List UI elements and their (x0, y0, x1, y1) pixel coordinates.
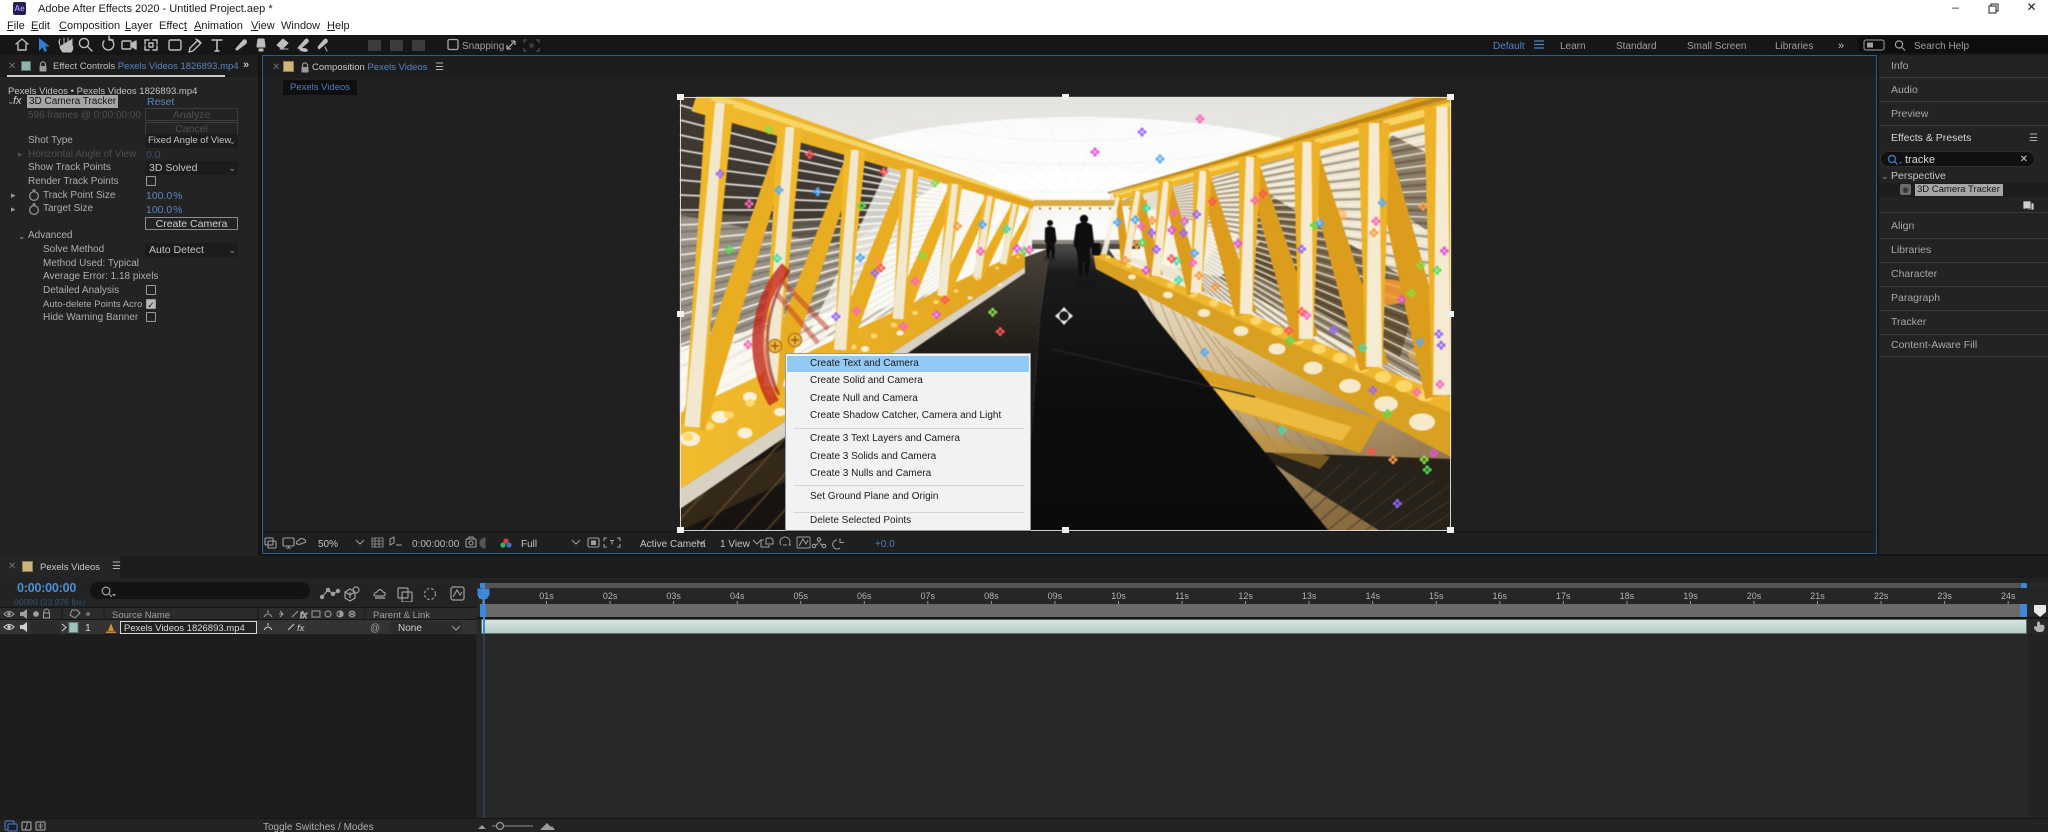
svg-text:01s: 01s (539, 591, 554, 601)
svg-text:23s: 23s (1937, 591, 1952, 601)
svg-text:fx: fx (297, 623, 306, 634)
svg-text:02s: 02s (603, 591, 618, 601)
svg-text:06s: 06s (857, 591, 872, 601)
svg-text:@: @ (370, 623, 380, 634)
svg-text:16s: 16s (1493, 591, 1508, 601)
svg-text:18s: 18s (1620, 591, 1635, 601)
svg-text:13s: 13s (1302, 591, 1317, 601)
svg-text:1 View: 1 View (720, 539, 751, 550)
svg-text:07s: 07s (921, 591, 936, 601)
svg-text:Toggle Switches / Modes: Toggle Switches / Modes (263, 822, 374, 832)
svg-text:20s: 20s (1747, 591, 1762, 601)
svg-text:08s: 08s (984, 591, 999, 601)
svg-text:Full: Full (521, 539, 537, 550)
svg-text:Active Camera: Active Camera (640, 539, 706, 550)
svg-text:None: None (398, 623, 422, 634)
svg-text:Snapping: Snapping (462, 41, 504, 52)
svg-text:11s: 11s (1175, 591, 1189, 601)
svg-text:14s: 14s (1365, 591, 1380, 601)
svg-text:Default: Default (1493, 41, 1525, 52)
svg-text:03s: 03s (666, 591, 681, 601)
svg-text:+0.0: +0.0 (875, 539, 895, 550)
svg-text:04s: 04s (730, 591, 745, 601)
svg-text:21s: 21s (1810, 591, 1825, 601)
svg-text:fx: fx (300, 610, 308, 620)
svg-text:Small Screen: Small Screen (1687, 41, 1746, 52)
svg-text:09s: 09s (1048, 591, 1063, 601)
svg-text:1: 1 (85, 622, 91, 634)
svg-text:»: » (1838, 40, 1844, 52)
svg-text:50%: 50% (318, 539, 338, 550)
svg-text:17s: 17s (1556, 591, 1571, 601)
svg-text:19s: 19s (1683, 591, 1698, 601)
svg-text:Parent & Link: Parent & Link (373, 610, 430, 620)
svg-text:Libraries: Libraries (1775, 41, 1813, 52)
svg-text:0:00:00:00: 0:00:00:00 (412, 539, 460, 550)
svg-text:Pexels Videos 1826893.mp4: Pexels Videos 1826893.mp4 (124, 623, 245, 634)
svg-text:Search Help: Search Help (1914, 41, 1969, 52)
svg-text:10s: 10s (1111, 591, 1126, 601)
svg-text:Standard: Standard (1616, 41, 1657, 52)
svg-text:24s: 24s (2001, 591, 2016, 601)
svg-text:05s: 05s (794, 591, 809, 601)
svg-text:Learn: Learn (1560, 41, 1586, 52)
svg-text:22s: 22s (1874, 591, 1889, 601)
svg-text:15s: 15s (1429, 591, 1444, 601)
svg-text:Source Name: Source Name (112, 610, 170, 620)
svg-text:12s: 12s (1238, 591, 1253, 601)
